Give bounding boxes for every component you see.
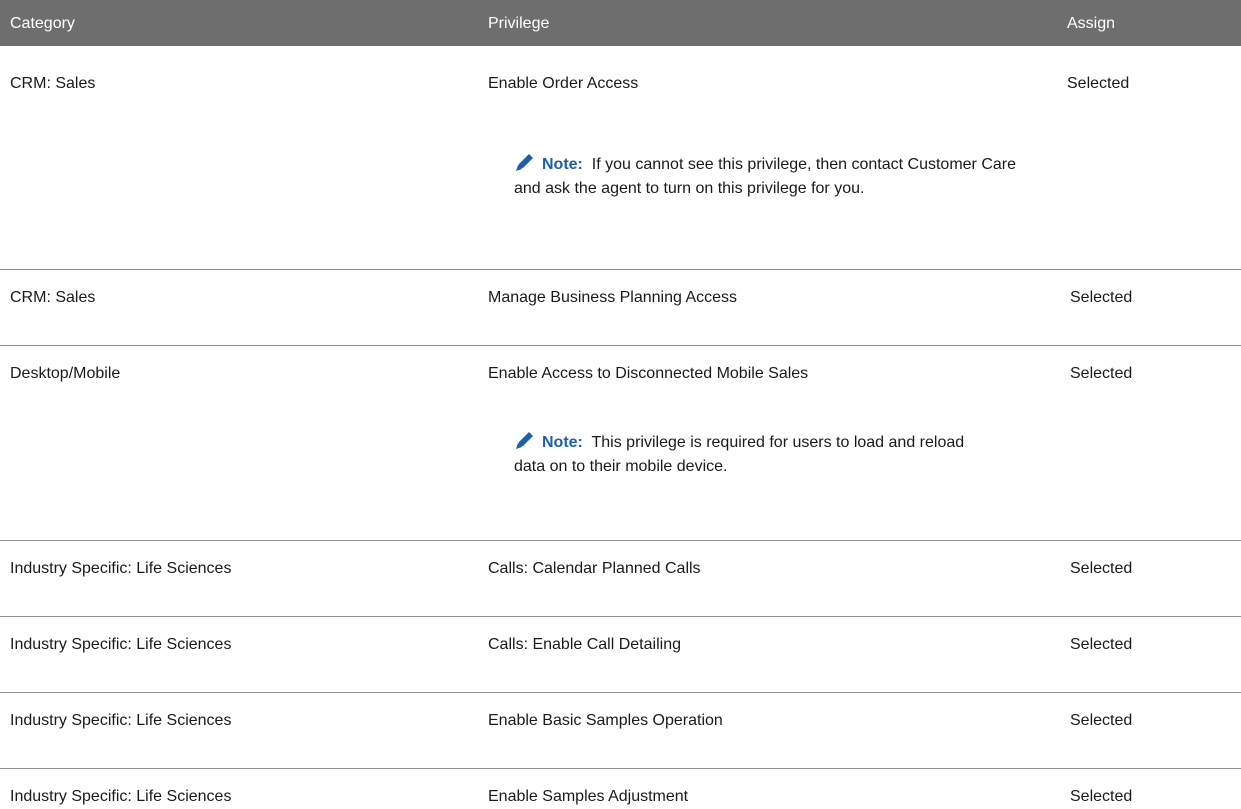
note-block: Note: This privilege is required for use… <box>514 430 994 477</box>
row-privilege: Enable Samples Adjustment <box>488 788 689 805</box>
row-privilege: Calls: Enable Call Detailing <box>488 636 681 653</box>
row-category: Industry Specific: Life Sciences <box>10 560 232 577</box>
pencil-icon <box>514 430 536 456</box>
row-privilege: Enable Access to Disconnected Mobile Sal… <box>488 365 809 382</box>
row-assign: Selected <box>1070 636 1133 653</box>
table-row: Industry Specific: Life Sciences Enable … <box>0 769 1241 809</box>
row-assign: Selected <box>1070 289 1133 306</box>
header-assign: Assign <box>1067 15 1116 32</box>
note-text: If you cannot see this privilege, then c… <box>514 156 1016 197</box>
row-assign: Selected <box>1070 712 1133 729</box>
table-row: Industry Specific: Life Sciences Calls: … <box>0 541 1241 617</box>
table-row: CRM: Sales Manage Business Planning Acce… <box>0 270 1241 346</box>
note-label: Note: <box>542 156 583 173</box>
row-privilege: Enable Order Access <box>488 75 639 92</box>
pencil-icon <box>514 152 536 178</box>
table-header: Category Privilege Assign <box>0 0 1241 46</box>
row-assign: Selected <box>1070 365 1133 382</box>
table-row: CRM: Sales Enable Order Access Selected … <box>0 46 1241 270</box>
row-category: Desktop/Mobile <box>10 365 121 382</box>
row-category: CRM: Sales <box>10 289 96 306</box>
row-category: Industry Specific: Life Sciences <box>10 788 232 805</box>
table-row: Industry Specific: Life Sciences Calls: … <box>0 617 1241 693</box>
privileges-table: Category Privilege Assign CRM: Sales Ena… <box>0 0 1241 809</box>
row-assign: Selected <box>1070 560 1133 577</box>
row-assign: Selected <box>1070 788 1133 805</box>
row-category: CRM: Sales <box>10 75 96 92</box>
header-category: Category <box>10 15 75 32</box>
table-row: Industry Specific: Life Sciences Enable … <box>0 693 1241 769</box>
note-block: Note: If you cannot see this privilege, … <box>514 152 1034 199</box>
row-category: Industry Specific: Life Sciences <box>10 636 232 653</box>
row-privilege: Manage Business Planning Access <box>488 289 738 306</box>
note-label: Note: <box>542 434 583 451</box>
row-assign: Selected <box>1067 75 1130 92</box>
row-category: Industry Specific: Life Sciences <box>10 712 232 729</box>
row-privilege: Calls: Calendar Planned Calls <box>488 560 701 577</box>
row-privilege: Enable Basic Samples Operation <box>488 712 723 729</box>
header-privilege: Privilege <box>488 15 550 32</box>
table-row: Desktop/Mobile Enable Access to Disconne… <box>0 346 1241 541</box>
